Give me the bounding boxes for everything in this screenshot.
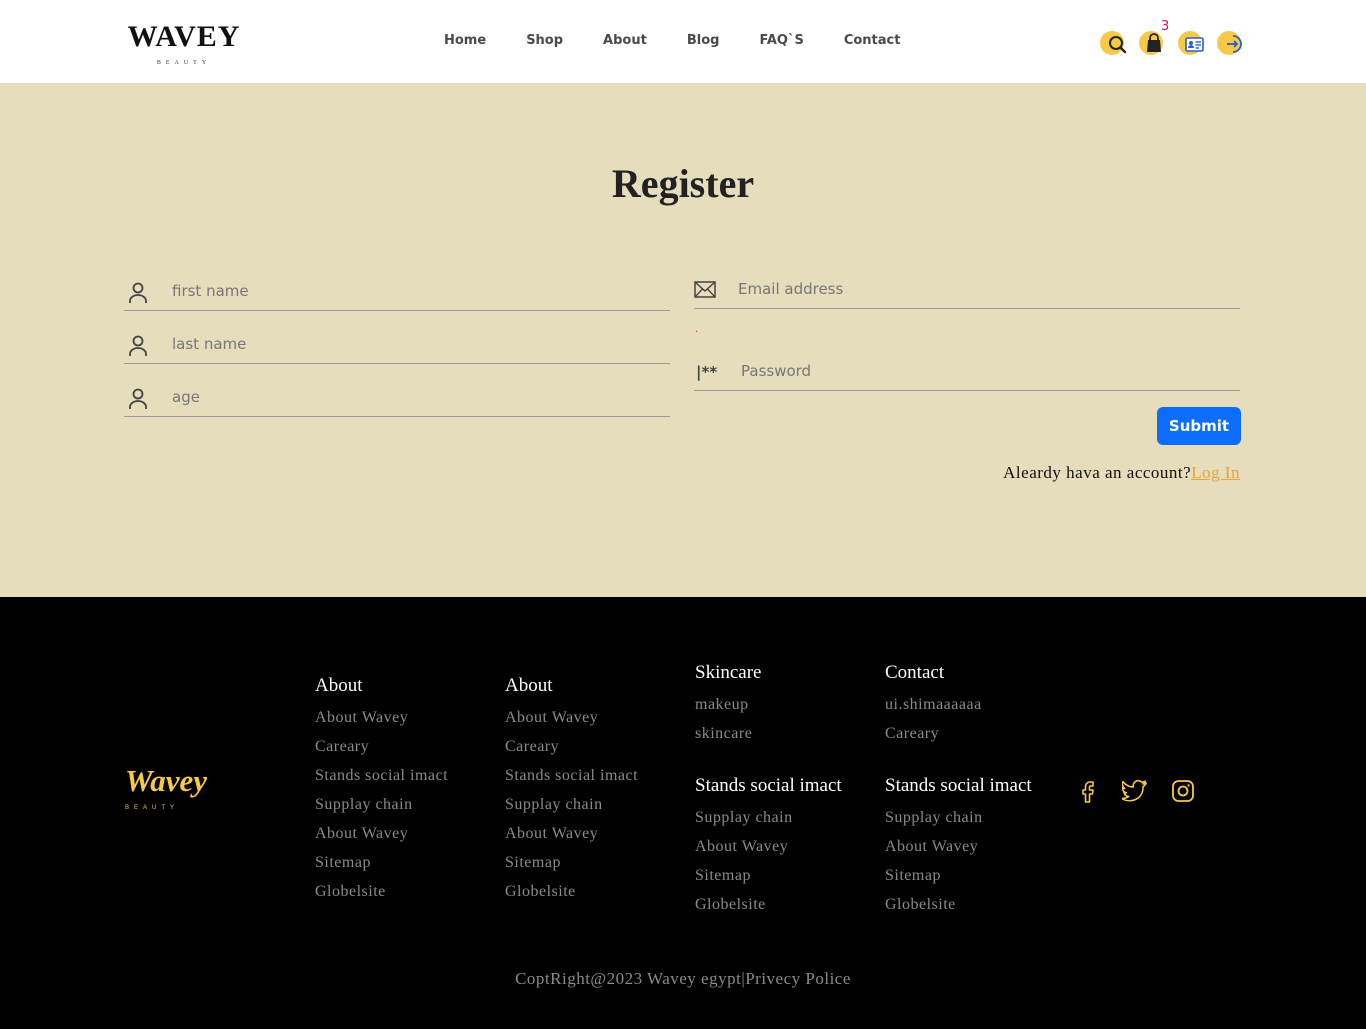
footer-link[interactable]: Globelsite xyxy=(315,877,448,906)
age-input[interactable] xyxy=(172,382,652,412)
logo-subtitle: BEAUTY xyxy=(156,60,212,66)
password-input[interactable] xyxy=(741,356,1221,386)
last-name-input[interactable] xyxy=(172,329,652,359)
twitter-link[interactable] xyxy=(1120,779,1148,808)
footer-link[interactable]: Stands social imact xyxy=(505,761,638,790)
site-header: WAVEY BEAUTY Home Shop About Blog FAQ`S … xyxy=(0,0,1366,83)
footer-logo[interactable]: Wavey BEAUTY xyxy=(125,763,208,812)
facebook-icon xyxy=(1082,781,1094,803)
footer-link[interactable]: About Wavey xyxy=(695,832,842,861)
footer-link[interactable]: About Wavey xyxy=(505,703,638,732)
footer-logo-wordmark: Wavey xyxy=(125,763,208,798)
footer-column-social-impact-2: Stands social imact Supplay chain About … xyxy=(885,775,1032,919)
footer-link[interactable]: Sitemap xyxy=(315,848,448,877)
footer-link[interactable]: Careary xyxy=(315,732,448,761)
main-nav: Home Shop About Blog FAQ`S Contact xyxy=(444,33,940,49)
footer-link[interactable]: Supplay chain xyxy=(315,790,448,819)
footer-column-title: Contact xyxy=(885,662,945,683)
submit-button[interactable]: Submit xyxy=(1157,407,1241,445)
footer-column-skincare: Skincare makeup skincare xyxy=(695,662,761,748)
search-button[interactable] xyxy=(1100,28,1128,56)
footer-link[interactable]: Supplay chain xyxy=(885,803,1032,832)
instagram-icon xyxy=(1172,780,1194,802)
last-name-field xyxy=(124,321,670,364)
envelope-icon xyxy=(694,281,716,298)
cart-button[interactable]: 3 xyxy=(1139,19,1169,56)
login-link[interactable]: Log In xyxy=(1191,463,1240,482)
footer-link[interactable]: About Wavey xyxy=(315,703,448,732)
password-icon: |** xyxy=(696,363,718,381)
register-section: Register . |** Submit xyxy=(0,83,1366,597)
profile-button[interactable] xyxy=(1178,28,1206,56)
nav-contact[interactable]: Contact xyxy=(844,33,901,49)
footer-link[interactable]: Careary xyxy=(885,719,982,748)
footer-link[interactable]: Sitemap xyxy=(695,861,842,890)
footer-link[interactable]: About Wavey xyxy=(505,819,638,848)
footer-link[interactable]: Globelsite xyxy=(885,890,1032,919)
footer-link[interactable]: About Wavey xyxy=(885,832,1032,861)
footer-link[interactable]: About Wavey xyxy=(315,819,448,848)
age-field xyxy=(124,374,670,417)
footer-link[interactable]: Sitemap xyxy=(505,848,638,877)
login-prompt: Aleardy hava an account?Log In xyxy=(1003,463,1240,483)
twitter-icon xyxy=(1120,779,1147,802)
footer-logo-subtitle: BEAUTY xyxy=(125,805,180,811)
footer-column-title: Stands social imact xyxy=(885,775,1032,796)
copyright-text: CoptRight@2023 Wavey egypt|Privecy Polic… xyxy=(515,969,851,988)
footer-link[interactable]: Careary xyxy=(505,732,638,761)
user-icon xyxy=(129,282,147,303)
email-error-text: . xyxy=(695,321,698,335)
footer-column-title: About xyxy=(315,675,363,696)
first-name-field xyxy=(124,268,670,311)
nav-shop[interactable]: Shop xyxy=(526,33,563,49)
search-icon xyxy=(1109,36,1127,54)
nav-about[interactable]: About xyxy=(603,33,647,49)
footer-column-title: Skincare xyxy=(695,662,762,683)
footer-column-title: Stands social imact xyxy=(695,775,842,796)
footer-link[interactable]: Stands social imact xyxy=(315,761,448,790)
footer-column-about-1: About About Wavey Careary Stands social … xyxy=(315,675,448,906)
page-title: Register xyxy=(611,161,755,206)
login-icon xyxy=(1227,35,1242,53)
login-button[interactable] xyxy=(1217,28,1245,56)
user-icon xyxy=(129,388,147,409)
footer-link[interactable]: Sitemap xyxy=(885,861,1032,890)
user-icon xyxy=(129,335,147,356)
footer-column-about-2: About About Wavey Careary Stands social … xyxy=(505,675,638,906)
profile-card-icon xyxy=(1185,37,1204,52)
header-icons: 3 xyxy=(1100,19,1256,56)
brand-logo[interactable]: WAVEY BEAUTY xyxy=(124,20,244,67)
footer-link[interactable]: skincare xyxy=(695,719,761,748)
login-prompt-text: Aleardy hava an account? xyxy=(1003,463,1192,482)
footer-column-title: About xyxy=(505,675,553,696)
nav-home[interactable]: Home xyxy=(444,33,486,49)
footer-link[interactable]: Globelsite xyxy=(505,877,638,906)
footer-column-contact: Contact ui.shimaaaaaa Careary xyxy=(885,662,982,748)
password-field: |** xyxy=(694,348,1240,391)
footer-link[interactable]: Supplay chain xyxy=(695,803,842,832)
footer-link[interactable]: Globelsite xyxy=(695,890,842,919)
footer-link[interactable]: Supplay chain xyxy=(505,790,638,819)
nav-faqs[interactable]: FAQ`S xyxy=(759,33,803,49)
footer-link[interactable]: ui.shimaaaaaa xyxy=(885,690,982,719)
footer-column-social-impact-1: Stands social imact Supplay chain About … xyxy=(695,775,842,919)
instagram-link[interactable] xyxy=(1171,779,1195,808)
first-name-input[interactable] xyxy=(172,276,652,306)
social-links xyxy=(1077,779,1218,808)
logo-wordmark: WAVEY xyxy=(127,20,241,53)
facebook-link[interactable] xyxy=(1077,779,1099,808)
cart-count-badge: 3 xyxy=(1161,19,1170,34)
email-field xyxy=(694,266,1240,309)
nav-blog[interactable]: Blog xyxy=(687,33,720,49)
site-footer: Wavey BEAUTY About About Wavey Careary S… xyxy=(0,597,1366,1029)
email-input[interactable] xyxy=(738,274,1218,304)
footer-link[interactable]: makeup xyxy=(695,690,761,719)
